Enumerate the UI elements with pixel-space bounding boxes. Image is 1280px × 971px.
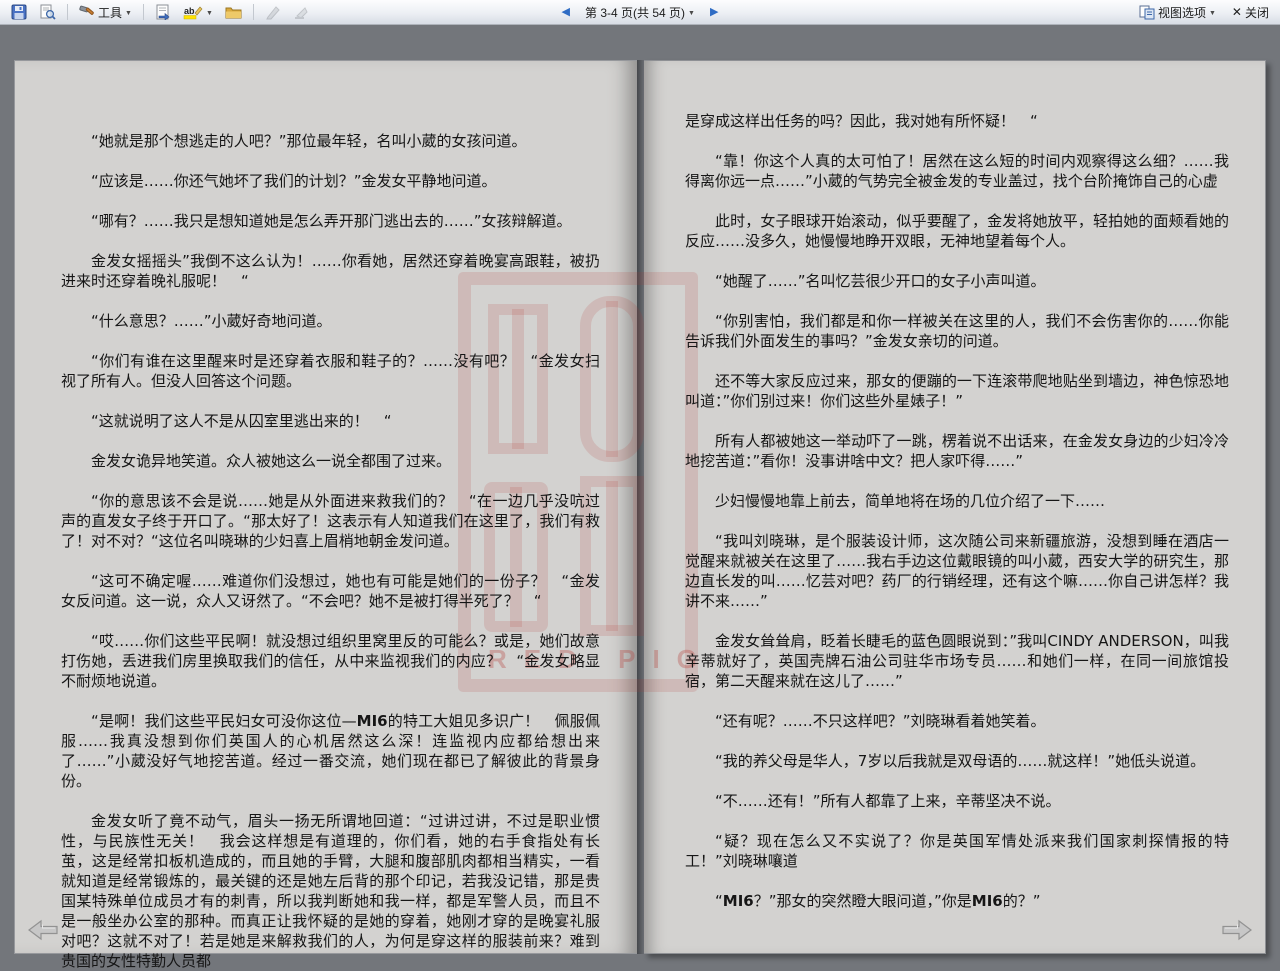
highlight-button[interactable]: ab ▼ <box>178 2 218 22</box>
view-options-button[interactable]: 视图选项 ▼ <box>1134 2 1221 22</box>
paragraph: “她就是那个想逃走的人吧？”那位最年轻，名叫小葳的女孩问道。 <box>61 131 600 151</box>
reflow-button[interactable] <box>150 2 176 22</box>
paragraph: “靠！你这个人真的太可怕了！居然在这么短的时间内观察得这么细？……我得离你远一点… <box>685 151 1229 191</box>
annotate-pen-button[interactable] <box>260 2 286 22</box>
page-left: “她就是那个想逃走的人吧？”那位最年轻，名叫小葳的女孩问道。 “应该是……你还气她… <box>14 60 637 954</box>
next-page-icon: ▶ <box>710 7 718 18</box>
page-number-dropdown[interactable]: 第 3-4 页(共 54 页) ▼ <box>580 3 700 23</box>
paragraph: 金发女摇摇头”我倒不这么认为！……你看她，居然还穿着晚宴高跟鞋，被扔进来时还穿着… <box>61 251 600 291</box>
page-navigation: ◀ 第 3-4 页(共 54 页) ▼ ▶ <box>557 0 724 25</box>
paragraph: 少妇慢慢地靠上前去，简单地将在场的几位介绍了一下…… <box>685 491 1229 511</box>
tools-icon <box>79 4 95 20</box>
chevron-down-icon: ▼ <box>1209 8 1216 17</box>
highlight-icon: ab <box>183 4 203 20</box>
paragraph: 是穿成这样出任务的吗？因此，我对她有所怀疑！ “ <box>685 111 1229 131</box>
paragraph: 金发女诡异地笑道。众人被她这么一说全都围了过来。 <box>61 451 600 471</box>
tools-menu-button[interactable]: 工具 ▼ <box>74 2 137 22</box>
folder-button[interactable] <box>220 2 247 22</box>
pen-icon <box>265 4 281 20</box>
view-options-icon <box>1139 4 1155 20</box>
toolbar: 工具 ▼ ab ▼ <box>0 0 1280 25</box>
paragraph: “MI6？”那女的突然瞪大眼问道，”你是MI6的？” <box>685 891 1229 911</box>
chevron-down-icon: ▼ <box>206 8 213 17</box>
toolbar-left-group: 工具 ▼ ab ▼ <box>6 2 314 22</box>
paragraph: “你们有谁在这里醒来时是还穿着衣服和鞋子的？……没有吧？ “金发女扫视了所有人。… <box>61 351 600 391</box>
print-preview-icon <box>39 4 56 20</box>
svg-text:ab: ab <box>184 6 195 16</box>
page-right-content: 是穿成这样出任务的吗？因此，我对她有所怀疑！ “ “靠！你这个人真的太可怕了！居然… <box>644 61 1265 953</box>
folder-icon <box>225 4 242 20</box>
paragraph: “我叫刘晓琳，是个服装设计师，这次随公司来新疆旅游，没想到睡在酒店一觉醒来就被关… <box>685 531 1229 611</box>
print-preview-button[interactable] <box>34 2 61 22</box>
paragraph: “我的养父母是华人，7岁以后我就是双母语的……就这样！”她低头说道。 <box>685 751 1229 771</box>
prev-page-button[interactable]: ◀ <box>557 3 575 23</box>
page-left-content: “她就是那个想逃走的人吧？”那位最年轻，名叫小葳的女孩问道。 “应该是……你还气她… <box>15 61 637 953</box>
prev-page-icon: ◀ <box>562 7 570 18</box>
paragraph: 还不等大家反应过来，那女的便蹦的一下连滚带爬地贴坐到墙边，神色惊恐地叫道：”你们… <box>685 371 1229 411</box>
paragraph: “你别害怕，我们都是和你一样被关在这里的人，我们不会伤害你的……你能告诉我们外面… <box>685 311 1229 351</box>
paragraph: “这可不确定喔……难道你们没想过，她也有可能是她们的一份子？ “金发女反问道。这… <box>61 571 600 611</box>
page-right: 是穿成这样出任务的吗？因此，我对她有所怀疑！ “ “靠！你这个人真的太可怕了！居然… <box>644 60 1266 954</box>
tools-label: 工具 <box>98 4 122 21</box>
paragraph: 此时，女子眼球开始滚动，似乎要醒了，金发将她放平，轻拍她的面颊看她的反应……没多… <box>685 211 1229 251</box>
close-label: 关闭 <box>1245 4 1269 21</box>
paragraph: “你的意思该不会是说……她是从外面进来救我们的？ “在一边几乎没吭过声的直发女子… <box>61 491 600 551</box>
paragraph: 所有人都被她这一举动吓了一跳，楞着说不出话来，在金发女身边的少妇冷冷地挖苦道：”… <box>685 431 1229 471</box>
reading-area: “她就是那个想逃走的人吧？”那位最年轻，名叫小葳的女孩问道。 “应该是……你还气她… <box>0 26 1280 969</box>
annotate-stamp-button[interactable] <box>288 2 314 22</box>
view-options-label: 视图选项 <box>1158 4 1206 21</box>
paragraph: “什么意思？……”小葳好奇地问道。 <box>61 311 600 331</box>
page-number-label: 第 3-4 页(共 54 页) <box>585 4 685 21</box>
toolbar-right-group: 视图选项 ▼ ✕ 关闭 <box>1134 2 1274 22</box>
paragraph: “这就说明了这人不是从囚室里逃出来的！ “ <box>61 411 600 431</box>
paragraph: “不……还有！”所有人都靠了上来，辛蒂坚决不说。 <box>685 791 1229 811</box>
save-button[interactable] <box>6 2 32 22</box>
ebook-reader-window: 工具 ▼ ab ▼ <box>0 0 1280 969</box>
paragraph: “她醒了……”名叫忆芸很少开口的女子小声叫道。 <box>685 271 1229 291</box>
toolbar-separator <box>67 4 68 20</box>
chevron-down-icon: ▼ <box>125 8 132 17</box>
paragraph: “疑？现在怎么又不实说了？你是英国军情处派来我们国家刺探情报的特工！”刘晓琳嚷道 <box>685 831 1229 871</box>
paragraph: “哪有？……我只是想知道她是怎么弄开那门逃出去的……”女孩辩解道。 <box>61 211 600 231</box>
paragraph: 金发女听了竟不动气，眉头一扬无所谓地回道：“过讲过讲，不过是职业惯性，与民族性无… <box>61 811 600 971</box>
chevron-down-icon: ▼ <box>688 8 695 17</box>
toolbar-separator <box>143 4 144 20</box>
toolbar-separator <box>253 4 254 20</box>
stamp-icon <box>293 4 309 20</box>
next-page-button[interactable]: ▶ <box>705 3 723 23</box>
paragraph: “哎……你们这些平民啊！就没想过组织里窝里反的可能么？或是，她们故意打伤她，丢进… <box>61 631 600 691</box>
close-button[interactable]: ✕ 关闭 <box>1227 2 1274 22</box>
save-icon <box>11 4 27 20</box>
reflow-icon <box>155 4 171 20</box>
paragraph: “是啊！我们这些平民妇女可没你这位—MI6的特工大姐见多识广！ 佩服佩服……我真… <box>61 711 600 791</box>
paragraph: “还有呢？……不只这样吧？”刘晓琳看着她笑着。 <box>685 711 1229 731</box>
close-icon: ✕ <box>1232 5 1242 19</box>
paragraph: “应该是……你还气她坏了我们的计划？”金发女平静地问道。 <box>61 171 600 191</box>
paragraph: 金发女耸耸肩，眨着长睫毛的蓝色圆眼说到：”我叫CINDY ANDERSON，叫我… <box>685 631 1229 691</box>
